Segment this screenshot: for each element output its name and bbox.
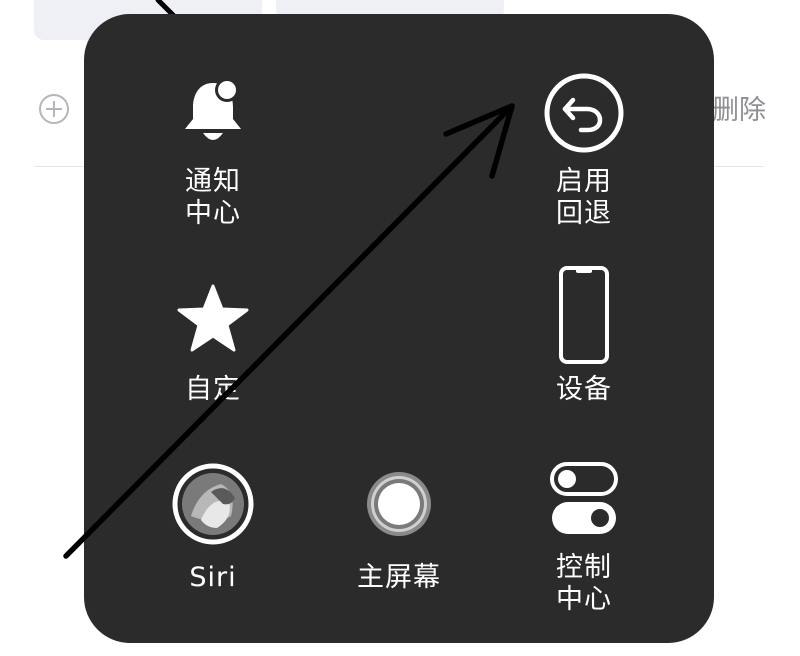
- add-icon[interactable]: [38, 93, 70, 125]
- notification-center-label: 通知 中心: [185, 166, 241, 229]
- control-center-button[interactable]: 控制 中心: [494, 446, 674, 616]
- delete-button[interactable]: 删除: [712, 88, 766, 127]
- device-label: 设备: [556, 374, 612, 405]
- phone-icon: [558, 256, 610, 374]
- siri-icon: [171, 446, 255, 562]
- notification-center-button[interactable]: 通知 中心: [123, 60, 303, 230]
- bell-icon: [177, 60, 249, 166]
- device-button[interactable]: 设备: [494, 256, 674, 426]
- siri-label: Siri: [189, 562, 237, 593]
- home-label: 主屏幕: [357, 562, 441, 593]
- assistive-touch-menu: 通知 中心 启用 回退 自定 设备 Siri 主屏幕 控制 中心: [84, 14, 714, 643]
- enable-back-label: 启用 回退: [556, 166, 612, 229]
- custom-button[interactable]: 自定: [123, 264, 303, 434]
- enable-back-button[interactable]: 启用 回退: [494, 60, 674, 230]
- custom-label: 自定: [185, 374, 241, 405]
- back-arrow-icon: [543, 60, 625, 166]
- star-icon: [176, 264, 250, 374]
- control-center-label: 控制 中心: [556, 552, 612, 615]
- home-button-icon: [364, 446, 434, 562]
- home-button[interactable]: 主屏幕: [309, 446, 489, 616]
- toggles-icon: [549, 446, 619, 552]
- siri-button[interactable]: Siri: [123, 446, 303, 616]
